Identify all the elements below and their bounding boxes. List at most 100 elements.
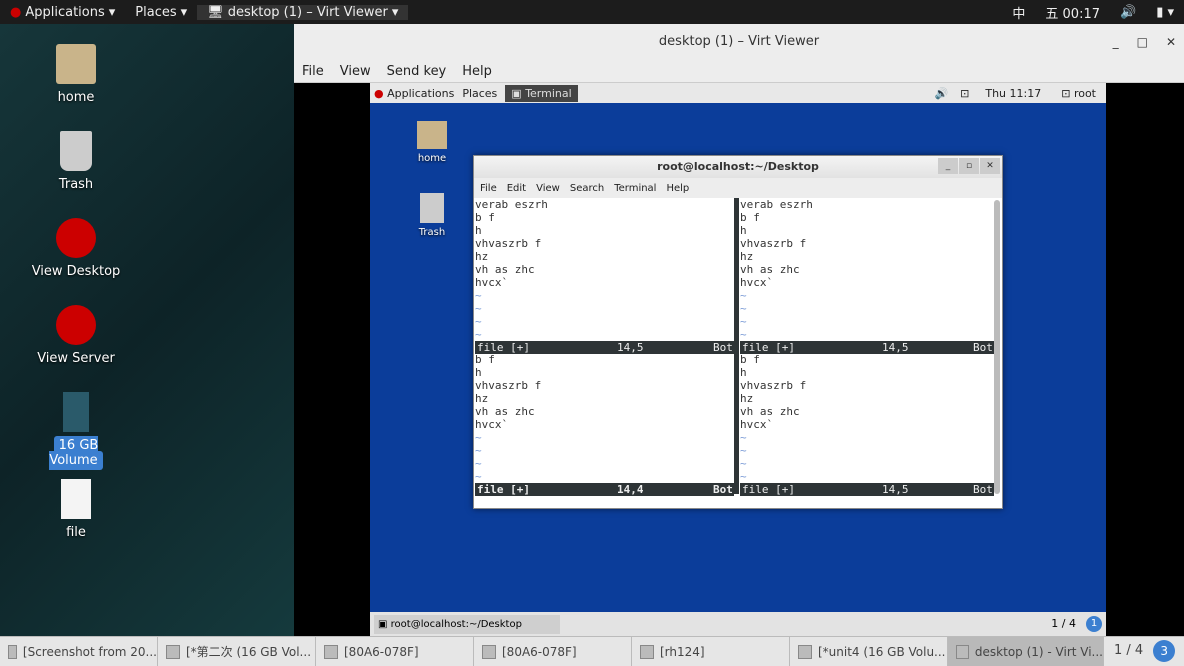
app-icon [956, 644, 969, 659]
guest-applications-menu[interactable]: ● Applications [370, 87, 462, 100]
places-menu[interactable]: Places ▾ [125, 5, 197, 20]
virt-viewer-window: desktop (1) – Virt Viewer _ □ ✕ File View … [294, 24, 1184, 636]
tilde-line: ~ [475, 457, 482, 470]
volume-icon[interactable]: 🔊 [1110, 5, 1146, 20]
guest-places-menu[interactable]: Places [462, 87, 505, 100]
menu-help[interactable]: Help [462, 64, 492, 79]
guest-icon-home[interactable]: home [382, 121, 482, 164]
menu-terminal[interactable]: Terminal [614, 183, 656, 194]
taskbar-item[interactable]: [80A6-078F] [474, 637, 632, 666]
menu-view[interactable]: View [340, 64, 371, 79]
status-text: Bot [713, 483, 733, 496]
vim-pane[interactable]: b f h vhvaszrb f hz vh as zhc hvcx` ~ ~ ~ ~ [740, 353, 994, 483]
guest-terminal-menu[interactable]: ▣ Terminal [505, 84, 578, 102]
vertical-split-divider[interactable] [734, 198, 739, 494]
drive-icon [63, 392, 89, 432]
guest-screen[interactable]: ● Applications Places ▣ Terminal 🔊 ⊡ Thu… [370, 83, 1106, 636]
desktop-icon-home[interactable]: home [26, 44, 126, 105]
notification-badge[interactable]: 3 [1153, 640, 1176, 662]
desktop-icon-view-server[interactable]: View Server [26, 305, 126, 366]
trash-icon [420, 193, 444, 223]
vim-pane[interactable]: verab eszrh b f h vhvaszrb f hz vh as zhc hvcx… [740, 198, 994, 341]
guest-bottom-bar: ▣ root@localhost:~/Desktop 1 / 4 1 [370, 612, 1106, 636]
guest-workspace-indicator[interactable]: 1 / 4 [1051, 617, 1076, 630]
text-line: vh as zhc [740, 263, 800, 276]
host-desktop: home Trash View Desktop View Server 16 G… [0, 24, 294, 636]
minimize-button[interactable]: _ [938, 158, 958, 174]
trash-icon [60, 131, 92, 171]
taskbar-item[interactable]: [Screenshot from 20... [0, 637, 158, 666]
maximize-button[interactable]: ▫ [959, 158, 979, 174]
menu-view[interactable]: View [536, 183, 560, 194]
menu-edit[interactable]: Edit [507, 183, 526, 194]
text-line: vhvaszrb f [740, 237, 807, 250]
app-icon [798, 644, 812, 659]
menu-send-key[interactable]: Send key [387, 64, 447, 79]
scrollbar[interactable] [994, 200, 1000, 494]
desktop-icon-file[interactable]: file [26, 479, 126, 540]
guest-volume-icon[interactable]: 🔊 [928, 87, 954, 100]
taskbar-item[interactable]: desktop (1) - Virt Vi... [948, 637, 1104, 666]
maximize-button[interactable]: □ [1137, 24, 1148, 60]
guest-user-menu[interactable]: ⊡ root [1051, 87, 1106, 100]
terminal-menubar: File Edit View Search Terminal Help [474, 178, 1002, 198]
clock[interactable]: 五 00:17 [1035, 3, 1110, 22]
menu-file[interactable]: File [480, 183, 497, 194]
status-text: 14,5 [882, 483, 909, 496]
tilde-line: ~ [740, 315, 747, 328]
desktop-icon-volume[interactable]: 16 GB Volume [26, 392, 126, 470]
vim-pane[interactable]: b f h vhvaszrb f hz vh as zhc hvcx` ~ ~ ~ ~ [475, 353, 734, 483]
guest-notification-badge[interactable]: 1 [1086, 616, 1102, 632]
guest-icon-trash[interactable]: Trash [382, 193, 482, 238]
tilde-line: ~ [475, 289, 482, 302]
applications-menu[interactable]: ● Applications ▾ [0, 5, 125, 20]
monitor-icon: 🖥 [207, 4, 224, 20]
window-titlebar[interactable]: desktop (1) – Virt Viewer _ □ ✕ [294, 24, 1184, 60]
taskbar-item[interactable]: [80A6-078F] [316, 637, 474, 666]
ime-indicator[interactable]: 中 [1002, 3, 1035, 22]
redhat-icon: ● [10, 4, 22, 20]
taskbar-item[interactable]: [*unit4 (16 GB Volu... [790, 637, 948, 666]
text-line: hvcx` [740, 276, 774, 289]
guest-task-terminal[interactable]: ▣ root@localhost:~/Desktop [374, 615, 560, 634]
app-icon [8, 644, 17, 659]
text-line: vhvaszrb f [740, 379, 807, 392]
menubar: File View Send key Help [294, 60, 1184, 83]
taskbar-item[interactable]: [rh124] [632, 637, 790, 666]
status-text: file [+] [477, 483, 530, 496]
menu-file[interactable]: File [302, 64, 324, 79]
vim-status-line: file [+] 14,5 Bot [740, 483, 994, 496]
tilde-line: ~ [475, 470, 482, 483]
text-line: hz [475, 250, 489, 263]
desktop-icon-trash[interactable]: Trash [26, 131, 126, 192]
status-text: Bot [973, 483, 993, 496]
menu-search[interactable]: Search [570, 183, 604, 194]
tilde-line: ~ [740, 302, 747, 315]
text-line: hz [740, 250, 754, 263]
file-icon [61, 479, 91, 519]
window-menu[interactable]: 🖥 desktop (1) – Virt Viewer ▾ [197, 4, 409, 20]
close-button[interactable]: ✕ [1166, 24, 1176, 60]
vim-pane[interactable]: verab eszrh b f h vhvaszrb f hz vh as zhc hvcx… [475, 198, 734, 341]
minimize-button[interactable]: _ [1113, 24, 1119, 60]
app-icon [640, 644, 654, 659]
tilde-line: ~ [740, 470, 747, 483]
terminal-titlebar[interactable]: root@localhost:~/Desktop _ ▫ ✕ [474, 156, 1002, 178]
app-icon [324, 644, 338, 659]
guest-clock[interactable]: Thu 11:17 [975, 87, 1051, 100]
workspace-indicator[interactable]: 1 / 4 [1104, 637, 1153, 666]
desktop-icon-view-desktop[interactable]: View Desktop [26, 218, 126, 279]
text-line: verab eszrh [740, 198, 813, 211]
system-menu[interactable]: ▮ ▾ [1146, 5, 1184, 20]
app-icon [482, 644, 496, 659]
tilde-line: ~ [475, 328, 482, 341]
text-line: h [740, 224, 747, 237]
taskbar-item[interactable]: [*第二次 (16 GB Vol... [158, 637, 316, 666]
close-button[interactable]: ✕ [980, 158, 1000, 174]
guest-network-icon[interactable]: ⊡ [954, 87, 975, 100]
text-line: vh as zhc [475, 405, 535, 418]
folder-icon [56, 44, 96, 84]
tilde-line: ~ [475, 315, 482, 328]
tilde-line: ~ [740, 289, 747, 302]
menu-help[interactable]: Help [666, 183, 689, 194]
